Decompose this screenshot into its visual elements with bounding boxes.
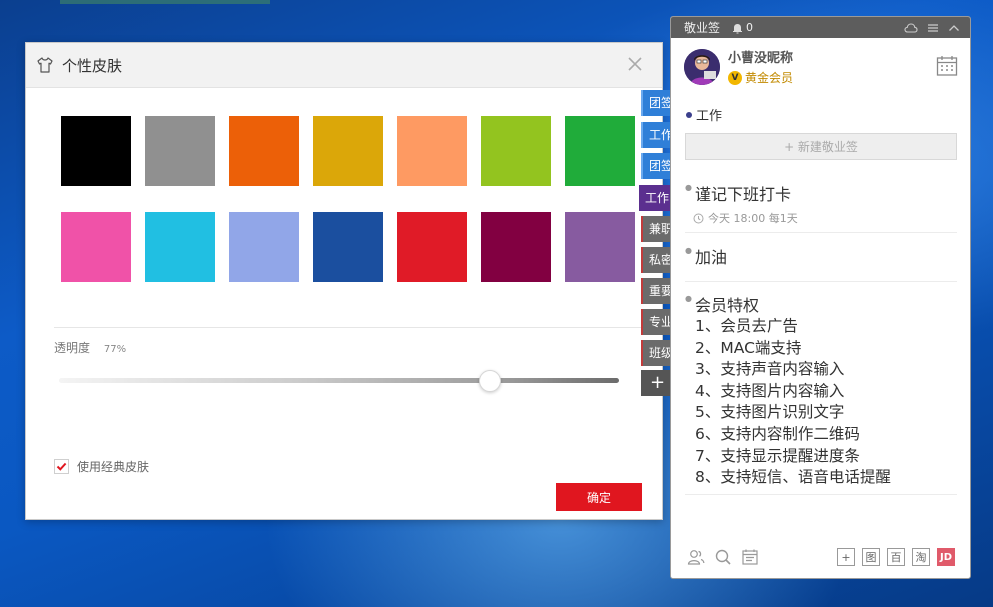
dialog-title: 个性皮肤 xyxy=(62,56,123,75)
category-tab[interactable]: 团签 xyxy=(641,90,671,116)
category-header: 工作 xyxy=(686,105,722,124)
category-tab[interactable]: 班级 xyxy=(641,340,671,366)
quick-links: + 图百淘 JD xyxy=(837,548,970,566)
opacity-slider-thumb[interactable] xyxy=(479,370,502,392)
color-swatch[interactable] xyxy=(61,212,131,282)
color-swatch[interactable] xyxy=(397,116,467,186)
bell-icon xyxy=(733,23,743,33)
category-tab[interactable]: 专业 xyxy=(641,309,671,335)
note-reminder-time: 今天 18:00 每1天 xyxy=(708,212,798,225)
avatar-image xyxy=(684,48,720,85)
opacity-slider-track[interactable] xyxy=(59,378,619,383)
menu-icon[interactable] xyxy=(927,23,939,33)
search-icon[interactable] xyxy=(714,548,732,566)
classic-skin-option[interactable]: 使用经典皮肤 xyxy=(54,458,149,475)
jd-link-button[interactable]: JD xyxy=(937,548,955,566)
note-line: 7、支持显示提醒进度条 xyxy=(695,446,860,465)
note-line: 6、支持内容制作二维码 xyxy=(695,424,860,443)
classic-skin-label: 使用经典皮肤 xyxy=(77,460,150,474)
note-content: 1、会员去广告 2、MAC端支持 3、支持声音内容输入 4、支持图片内容输入 5、支持图… xyxy=(685,316,957,489)
member-level: 黄金会员 xyxy=(745,71,794,85)
panel-title-bar: 敬业签 0 xyxy=(671,17,970,38)
add-note-button[interactable]: + xyxy=(837,548,855,566)
contacts-icon[interactable] xyxy=(687,548,705,566)
note-line: 1、会员去广告 xyxy=(695,317,798,335)
category-name: 工作 xyxy=(696,109,723,124)
clock-icon xyxy=(693,213,704,223)
note-title: 谨记下班打卡 xyxy=(695,185,792,204)
notification-area[interactable]: 0 xyxy=(732,21,753,34)
category-dot xyxy=(686,111,692,118)
collapse-icon[interactable] xyxy=(948,23,960,33)
color-swatch[interactable] xyxy=(145,116,215,186)
add-tab-button[interactable]: + xyxy=(641,370,671,396)
note-line: 4、支持图片内容输入 xyxy=(695,381,845,400)
color-swatch[interactable] xyxy=(229,212,299,282)
note-item[interactable]: ● 会员特权 1、会员去广告 2、MAC端支持 3、支持声音内容输入 4、支持图片内容… xyxy=(685,292,957,495)
category-tab[interactable]: 私密 xyxy=(641,247,671,273)
color-swatch[interactable] xyxy=(481,212,551,282)
desktop-window-edge xyxy=(60,0,270,4)
color-swatch[interactable] xyxy=(397,212,467,282)
vip-badge-icon: V xyxy=(728,70,742,85)
color-swatch[interactable] xyxy=(145,212,215,282)
note-line: 2、MAC端支持 xyxy=(695,338,802,357)
dialog-header: 个性皮肤 xyxy=(26,43,662,88)
color-swatch[interactable] xyxy=(565,212,635,282)
calendar-list-icon[interactable] xyxy=(741,548,759,566)
note-bullet: ● xyxy=(685,294,692,303)
note-reminder: 今天 18:00 每1天 xyxy=(685,210,957,226)
note-title: 加油 xyxy=(695,248,728,267)
color-swatch[interactable] xyxy=(565,116,635,186)
panel-bottom-toolbar: + 图百淘 JD xyxy=(671,536,970,578)
classic-skin-checkbox[interactable] xyxy=(54,459,69,474)
note-line: 5、支持图片识别文字 xyxy=(695,403,845,422)
color-swatch[interactable] xyxy=(481,116,551,186)
category-tab[interactable]: 工作 xyxy=(641,122,671,148)
notification-count: 0 xyxy=(746,21,754,34)
note-line: 3、支持声音内容输入 xyxy=(695,360,845,379)
user-name: 小曹没昵称 xyxy=(728,51,794,66)
confirm-button[interactable]: 确定 xyxy=(556,483,642,511)
opacity-label-row: 透明度 77% xyxy=(54,339,126,356)
opacity-value: 77% xyxy=(103,344,127,355)
app-name: 敬业签 xyxy=(684,21,721,35)
color-swatch[interactable] xyxy=(61,116,131,186)
user-info[interactable]: 小曹没昵称 V 黄金会员 xyxy=(684,47,793,86)
color-swatch-grid xyxy=(61,116,635,282)
category-tab[interactable]: 兼职 xyxy=(641,216,671,242)
color-swatch[interactable] xyxy=(229,116,299,186)
checkmark-icon xyxy=(56,462,67,471)
calendar-icon[interactable] xyxy=(936,55,958,77)
category-tab[interactable]: 工作 xyxy=(639,185,671,211)
note-line: 8、支持短信、语音电话提醒 xyxy=(695,468,891,487)
sticky-note-panel: 敬业签 0 小曹没昵称 V 黄金会员 工作 + 新建敬业签 ● 谨记下班打卡 今… xyxy=(670,16,971,579)
color-swatch[interactable] xyxy=(313,116,383,186)
category-tab[interactable]: 团签 xyxy=(641,153,671,179)
note-title: 会员特权 xyxy=(695,296,760,315)
divider xyxy=(54,327,662,328)
new-note-button[interactable]: + 新建敬业签 xyxy=(685,133,957,160)
color-swatch[interactable] xyxy=(313,212,383,282)
category-tab[interactable]: 重要 xyxy=(641,278,671,304)
shirt-icon xyxy=(37,57,53,73)
avatar[interactable] xyxy=(684,48,720,85)
note-item[interactable]: ● 加油 xyxy=(685,244,957,282)
note-bullet: ● xyxy=(685,183,692,192)
skin-dialog: 个性皮肤 透明度 77% 使用经典皮肤 确定 xyxy=(25,42,663,520)
close-icon[interactable] xyxy=(626,55,644,73)
cloud-sync-icon[interactable] xyxy=(904,22,918,33)
note-item[interactable]: ● 谨记下班打卡 今天 18:00 每1天 xyxy=(685,181,957,233)
note-bullet: ● xyxy=(685,246,692,255)
baidu-link-button[interactable]: 百 xyxy=(887,548,905,566)
image-link-button[interactable]: 图 xyxy=(862,548,880,566)
opacity-label: 透明度 xyxy=(54,341,91,355)
member-status: V 黄金会员 xyxy=(728,69,793,86)
taobao-link-button[interactable]: 淘 xyxy=(912,548,930,566)
